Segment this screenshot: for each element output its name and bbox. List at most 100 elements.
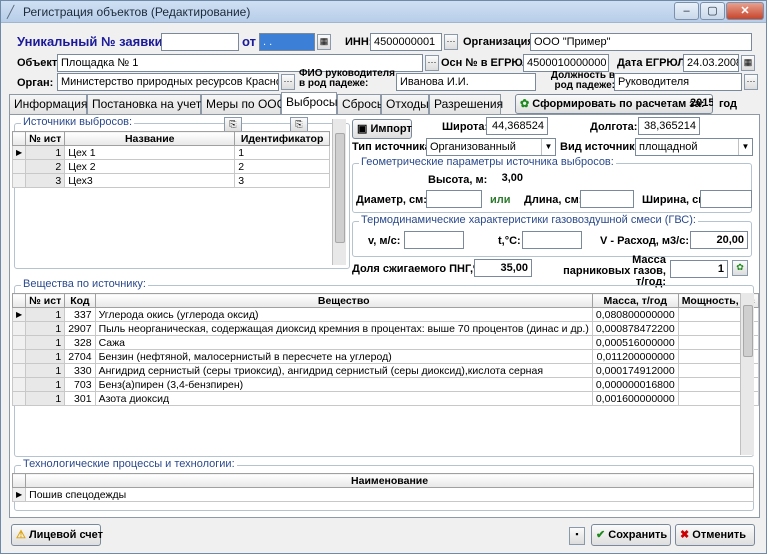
organ-input[interactable]: Министерство природных ресурсов Краснода [57, 73, 279, 91]
col-source-n: № ист [25, 131, 66, 146]
lon-input[interactable]: 38,365214 [638, 117, 700, 135]
type-select-value: Организованный [430, 141, 516, 153]
velocity-input[interactable] [404, 231, 464, 249]
sub-code: 703 [64, 377, 96, 392]
from-label: от [242, 34, 256, 49]
save-button[interactable]: ✔ Сохранить [591, 524, 671, 546]
lat-input[interactable]: 44,368524 [486, 117, 548, 135]
table-row[interactable]: 1 2907 Пыль неорганическая, содержащая дио… [11, 321, 759, 336]
type-select[interactable]: Организованный ▼ [426, 138, 556, 156]
or-label: или [490, 194, 511, 206]
tab-measures[interactable]: Меры по ООС [201, 94, 285, 114]
egrul-date-input[interactable]: 24.03.2008 [683, 54, 739, 72]
cross-icon: ✖ [680, 529, 690, 541]
table-row[interactable]: 1 328 Сажа 0,000516000000 [11, 335, 759, 350]
source-id: 3 [234, 173, 330, 188]
chevron-down-icon: ▼ [541, 139, 555, 155]
inn-input[interactable]: 4500000001 [370, 33, 442, 51]
table-row[interactable]: ▶ Пошив спецодежды [11, 487, 754, 502]
table-row[interactable]: ▶ 1 Цех 11 [11, 145, 330, 160]
scroll-thumb[interactable] [743, 305, 753, 357]
ghg-input[interactable]: 1 [670, 260, 728, 278]
sources-scrollbar[interactable] [332, 119, 346, 265]
height-input[interactable]: 3,00 [470, 170, 526, 188]
year-input[interactable]: 2015 [687, 95, 713, 113]
length-input[interactable] [580, 190, 634, 208]
generate-calc-button[interactable]: ✿ Сформировать по расчетам за: [515, 94, 713, 114]
sub-code: 301 [64, 391, 96, 406]
sub-mass: 0,000516000000 [591, 335, 679, 350]
account-button[interactable]: ⚠ Лицевой счет [11, 524, 103, 546]
table-row[interactable]: 1 330 Ангидрид сернистый (серы триоксид), … [11, 363, 759, 378]
egrul-date-label: Дата ЕГРЮЛ: [617, 57, 689, 69]
row-indicator [11, 321, 27, 336]
table-row[interactable]: 2 Цех 22 [11, 159, 330, 174]
fio-input[interactable]: Иванова И.И. [396, 73, 536, 91]
sub-name: Азота диоксид [94, 391, 593, 406]
close-button[interactable]: ✕ [726, 2, 764, 20]
org-label: Организация: [463, 36, 538, 48]
object-lookup-button[interactable]: ··· [425, 55, 439, 71]
tab-permits[interactable]: Разрешения [429, 94, 503, 114]
organ-label: Орган: [17, 77, 54, 89]
png-input[interactable]: 35,00 [474, 259, 532, 277]
inn-lookup-button[interactable]: ··· [444, 34, 458, 50]
org-input[interactable]: ООО "Пример" [530, 33, 752, 51]
table-row[interactable]: 1 2704 Бензин (нефтяной, малосернистый в п… [11, 349, 759, 364]
import-label: Импорт [370, 123, 412, 135]
kind-select-value: площадной [639, 141, 698, 153]
tab-emissions[interactable]: Выбросы [281, 92, 337, 114]
volume-input[interactable]: 20,00 [690, 231, 748, 249]
tab-registration[interactable]: Постановка на учет [87, 94, 201, 114]
source-name: Цех3 [64, 173, 236, 188]
import-button[interactable]: ▣ Импорт [352, 119, 412, 139]
col-tech-name: Наименование [25, 473, 754, 488]
table-row[interactable]: 1 703 Бенз(а)пирен (3,4-бензпирен) 0,000000… [11, 377, 759, 392]
inn-label: ИНН: [345, 36, 373, 48]
tab-discharges[interactable]: Сбросы [337, 94, 386, 114]
substances-scrollbar[interactable] [740, 293, 754, 455]
diameter-input[interactable] [426, 190, 482, 208]
table-row[interactable]: 3 Цех3 3 [11, 173, 330, 188]
row-indicator [11, 335, 27, 350]
kind-select[interactable]: площадной ▼ [635, 138, 753, 156]
sub-n: 1 [25, 335, 66, 350]
scroll-thumb[interactable] [335, 133, 345, 243]
recalc-icon[interactable]: ✿ [732, 260, 748, 276]
sub-mass: 0,001600000000 [591, 391, 679, 406]
velocity-label: v, м/с: [368, 235, 401, 247]
position-lookup-button[interactable]: ··· [744, 74, 758, 90]
ogrn-label: Осн № в ЕГРЮЛ: [441, 57, 534, 69]
source-id: 2 [234, 159, 330, 174]
organ-lookup-button[interactable]: ··· [281, 74, 295, 90]
request-date-input[interactable]: . . [259, 33, 315, 51]
col-sub-name: Вещество [94, 293, 593, 308]
sub-name: Сажа [94, 335, 593, 350]
refresh-icon: ✿ [520, 98, 530, 110]
tab-waste[interactable]: Отходы [381, 94, 429, 114]
sources-table: № ист Название Идентификатор ▶ 1 Цех 11 2Ц… [11, 131, 330, 188]
title-bar: ╱ Регистрация объектов (Редактирование) … [1, 1, 766, 23]
row-indicator-header [11, 473, 27, 488]
thermo-group-title: Термодинамические характеристики газовоз… [359, 214, 698, 226]
minimize-button[interactable]: – [674, 2, 699, 20]
generate-calc-label: Сформировать по расчетам за: [532, 98, 705, 110]
col-source-id: Идентификатор [234, 131, 330, 146]
tab-info[interactable]: Информация [9, 94, 87, 114]
sub-n: 1 [25, 391, 66, 406]
floppy-icon[interactable]: ▪ [569, 527, 585, 545]
maximize-button[interactable]: ▢ [700, 2, 725, 20]
position-input[interactable]: Руководителя [614, 73, 742, 91]
substances-group-title: Вещества по источнику: [21, 278, 148, 290]
length-label: Длина, см: [524, 194, 583, 206]
width-input[interactable] [700, 190, 752, 208]
table-row[interactable]: ▶ 1 337 Углерода окись (углерода оксид) 0,08… [11, 307, 759, 322]
row-indicator-header [11, 293, 27, 308]
sub-n: 1 [25, 377, 66, 392]
calendar-icon[interactable]: ▦ [741, 55, 755, 71]
cancel-button[interactable]: ✖ Отменить [675, 524, 755, 546]
temperature-input[interactable] [522, 231, 582, 249]
request-input[interactable] [161, 33, 239, 51]
table-row[interactable]: 1 301 Азота диоксид 0,001600000000 [11, 391, 759, 406]
calendar-icon[interactable]: ▦ [317, 34, 331, 50]
